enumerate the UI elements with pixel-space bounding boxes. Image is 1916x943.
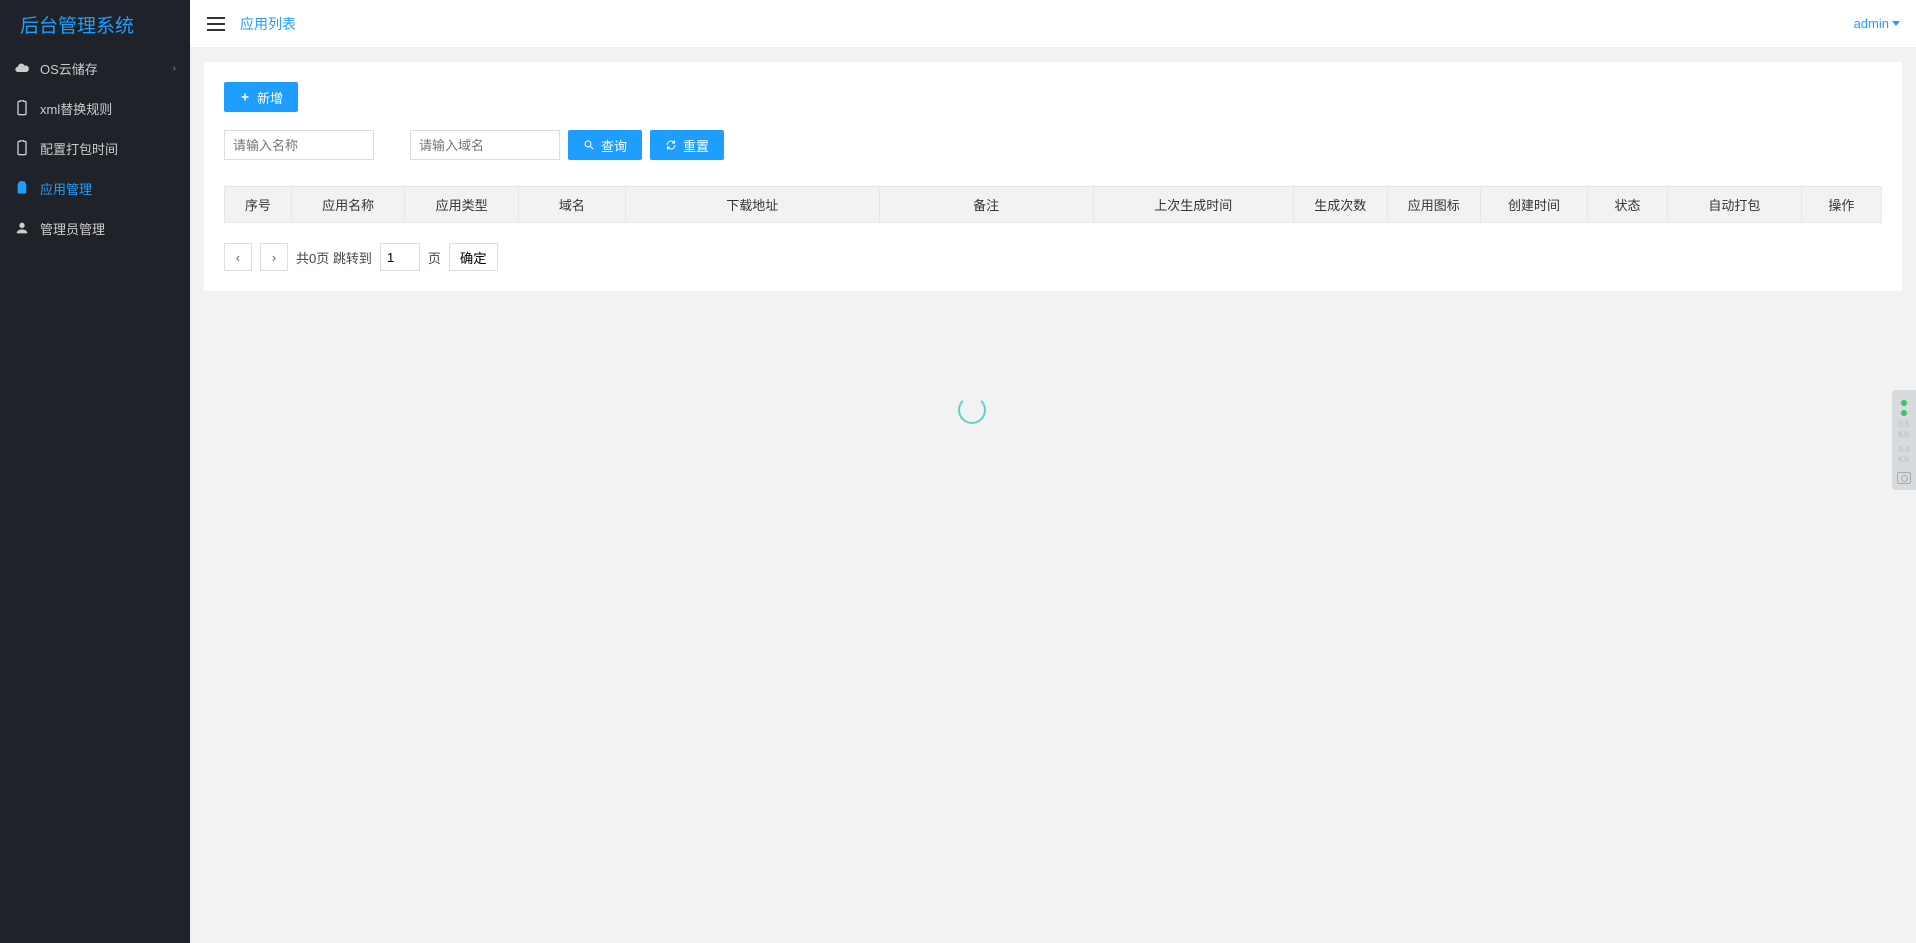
add-button[interactable]: 新增 [224, 82, 298, 112]
cloud-icon [14, 60, 30, 76]
sidebar-label: OS云储存 [40, 59, 173, 78]
refresh-icon [665, 139, 677, 151]
search-button-label: 查询 [601, 136, 627, 155]
net-speed-up: 0.3K/s [1895, 445, 1913, 466]
camera-icon [1897, 472, 1911, 484]
col-index: 序号 [225, 187, 292, 223]
domain-input[interactable] [410, 130, 560, 160]
col-last-gen-time: 上次生成时间 [1093, 187, 1293, 223]
pager-confirm-button[interactable]: 确定 [449, 243, 498, 271]
user-menu[interactable]: admin [1854, 16, 1900, 31]
col-app-type: 应用类型 [405, 187, 519, 223]
sidebar-item-package-time[interactable]: 配置打包时间 [0, 128, 190, 168]
network-monitor-widget[interactable]: 0.5K/s 0.3K/s [1892, 390, 1916, 490]
content: 新增 查询 重置 [190, 48, 1916, 943]
sidebar-item-app-manage[interactable]: 应用管理 [0, 168, 190, 208]
col-app-name: 应用名称 [291, 187, 405, 223]
clipboard-icon [14, 100, 30, 116]
main-area: 应用列表 admin 新增 [190, 0, 1916, 943]
pager-page-suffix: 页 [428, 248, 441, 267]
col-app-icon: 应用图标 [1387, 187, 1481, 223]
col-download-url: 下载地址 [625, 187, 879, 223]
nav-list: OS云储存 › xml替换规则 配置打包时间 应用管理 管理员管理 [0, 48, 190, 248]
sidebar-label: xml替换规则 [40, 99, 176, 118]
col-remark: 备注 [879, 187, 1093, 223]
sidebar-label: 配置打包时间 [40, 139, 176, 158]
sidebar: 后台管理系统 OS云储存 › xml替换规则 配置打包时间 应用管理 管理员管 [0, 0, 190, 943]
sidebar-item-xml-rules[interactable]: xml替换规则 [0, 88, 190, 128]
reset-button-label: 重置 [683, 136, 709, 155]
col-create-time: 创建时间 [1481, 187, 1588, 223]
breadcrumb[interactable]: 应用列表 [240, 14, 296, 34]
caret-down-icon [1892, 21, 1900, 26]
pager-prev-button[interactable]: ‹ [224, 243, 252, 271]
plus-icon [239, 91, 251, 103]
net-speed-down: 0.5K/s [1895, 420, 1913, 441]
pager-total-text: 共0页 跳转到 [296, 248, 372, 267]
col-domain: 域名 [518, 187, 625, 223]
table-header-row: 序号 应用名称 应用类型 域名 下载地址 备注 上次生成时间 生成次数 应用图标… [225, 187, 1882, 223]
search-icon [583, 139, 595, 151]
reset-button[interactable]: 重置 [650, 130, 724, 160]
chevron-right-icon: › [173, 63, 176, 74]
android-icon [14, 180, 30, 196]
col-status: 状态 [1587, 187, 1667, 223]
card: 新增 查询 重置 [204, 62, 1902, 291]
sidebar-label: 应用管理 [40, 179, 176, 198]
add-button-label: 新增 [257, 88, 283, 107]
sidebar-item-cloud-storage[interactable]: OS云储存 › [0, 48, 190, 88]
loading-spinner-icon [958, 396, 986, 424]
pager: ‹ › 共0页 跳转到 页 确定 [224, 243, 1882, 271]
sidebar-item-admin-manage[interactable]: 管理员管理 [0, 208, 190, 248]
name-input[interactable] [224, 130, 374, 160]
clipboard-icon [14, 140, 30, 156]
topbar: 应用列表 admin [190, 0, 1916, 48]
status-dot-icon [1901, 400, 1907, 406]
pager-goto-input[interactable] [380, 243, 420, 271]
status-dot-icon [1901, 410, 1907, 416]
sidebar-label: 管理员管理 [40, 219, 176, 238]
brand-title: 后台管理系统 [0, 0, 190, 48]
col-auto-pack: 自动打包 [1668, 187, 1802, 223]
col-gen-count: 生成次数 [1293, 187, 1387, 223]
user-icon [14, 220, 30, 236]
pager-next-button[interactable]: › [260, 243, 288, 271]
col-action: 操作 [1801, 187, 1881, 223]
username-label: admin [1854, 16, 1889, 31]
app-table: 序号 应用名称 应用类型 域名 下载地址 备注 上次生成时间 生成次数 应用图标… [224, 186, 1882, 223]
search-button[interactable]: 查询 [568, 130, 642, 160]
menu-toggle-icon[interactable] [206, 14, 226, 34]
